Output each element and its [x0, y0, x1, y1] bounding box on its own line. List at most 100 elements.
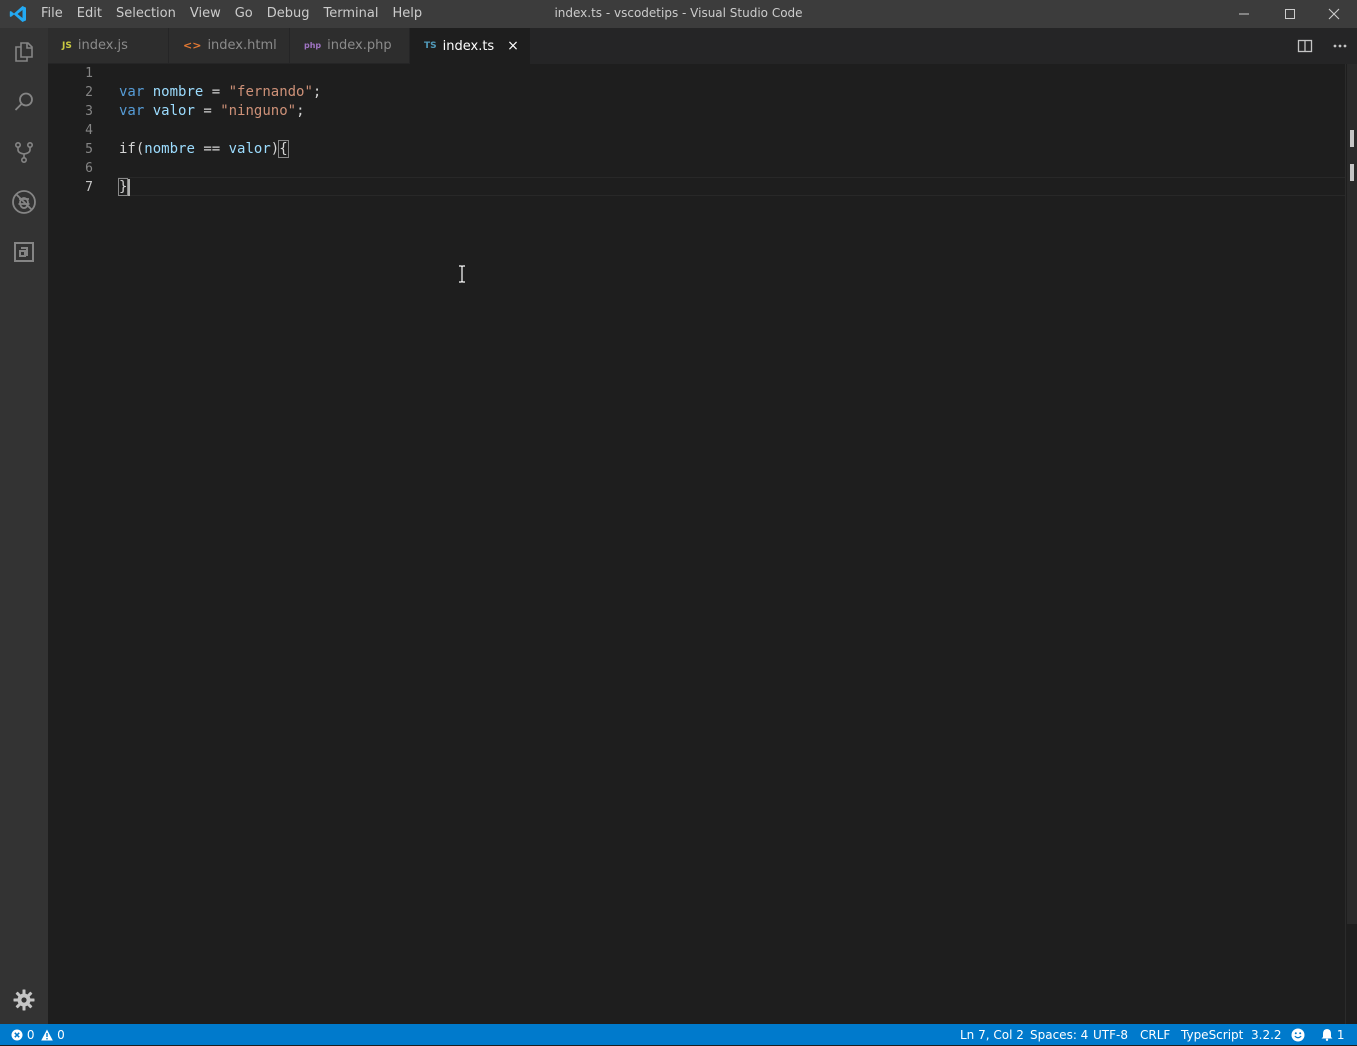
text-cursor — [128, 179, 130, 196]
typescript-file-icon: TS — [424, 41, 437, 51]
scrollbar-slider[interactable] — [1347, 64, 1357, 924]
operator-token: = — [203, 103, 212, 119]
encoding-setting[interactable]: UTF-8 — [1093, 1024, 1128, 1046]
split-editor-button[interactable] — [1297, 28, 1313, 63]
maximize-icon — [1285, 9, 1295, 19]
source-control-icon — [14, 141, 34, 163]
editor-scrollbar[interactable] — [1345, 64, 1357, 1024]
php-file-icon: php — [304, 41, 322, 50]
notification-count: 1 — [1336, 1028, 1345, 1042]
tab-label: index.js — [77, 38, 128, 53]
problems-indicator[interactable]: 0 0 — [11, 1024, 65, 1046]
gear-icon — [13, 989, 35, 1011]
source-control-button[interactable] — [0, 128, 48, 176]
code-line-1: 1 — [48, 64, 1345, 83]
matched-brace: { — [278, 140, 289, 158]
tab-label: index.php — [327, 38, 392, 53]
tab-index-ts[interactable]: TS index.ts × — [410, 28, 530, 64]
line-number: 6 — [85, 161, 93, 176]
minimize-icon — [1239, 13, 1249, 15]
overview-ruler-cursor-marker — [1350, 164, 1354, 181]
maximize-button[interactable] — [1267, 0, 1313, 28]
menu-terminal[interactable]: Terminal — [317, 0, 386, 28]
search-button[interactable] — [0, 78, 48, 126]
keyword-token: if — [119, 141, 136, 157]
indentation-setting[interactable]: Spaces: 4 — [1030, 1024, 1088, 1046]
eol-setting[interactable]: CRLF — [1140, 1024, 1170, 1046]
tab-index-html[interactable]: <> index.html — [169, 28, 289, 63]
feedback-button[interactable] — [1291, 1024, 1305, 1046]
string-token: "fernando" — [228, 84, 313, 100]
keyword-token: var — [119, 103, 145, 119]
smiley-icon — [1291, 1028, 1305, 1042]
line-number: 2 — [85, 85, 93, 100]
operator-token: == — [203, 141, 221, 157]
vscode-logo-icon — [9, 6, 27, 22]
variable-token: nombre — [152, 84, 204, 100]
menu-selection[interactable]: Selection — [109, 0, 183, 28]
menu-debug[interactable]: Debug — [260, 0, 317, 28]
notifications-button[interactable]: 1 — [1321, 1024, 1344, 1046]
split-editor-icon — [1297, 39, 1313, 52]
menu-edit[interactable]: Edit — [70, 0, 109, 28]
menu-go[interactable]: Go — [228, 0, 260, 28]
tab-label: index.ts — [442, 38, 495, 54]
title-bar: File Edit Selection View Go Debug Termin… — [0, 0, 1357, 28]
code-line-5: 5 if(nombre == valor){ — [48, 140, 1345, 159]
code-editor[interactable]: 1 2 var nombre = "fernando"; 3 var valor… — [48, 64, 1345, 1024]
javascript-file-icon: JS — [62, 40, 72, 51]
code-text: var nombre = "fernando"; — [119, 83, 321, 102]
debug-icon — [12, 190, 36, 214]
menu-view[interactable]: View — [183, 0, 228, 28]
error-count: 0 — [26, 1028, 35, 1042]
more-icon — [1333, 44, 1347, 47]
language-mode[interactable]: TypeScript — [1181, 1024, 1243, 1046]
punctuation-token: ) — [270, 141, 280, 157]
tab-index-js[interactable]: JS index.js — [48, 28, 168, 63]
warning-count: 0 — [57, 1028, 65, 1042]
menu-bar: File Edit Selection View Go Debug Termin… — [34, 0, 429, 28]
matched-brace: } — [117, 178, 129, 196]
operator-token: = — [211, 84, 221, 100]
close-tab-button[interactable]: × — [504, 37, 522, 55]
menu-help[interactable]: Help — [385, 0, 429, 28]
code-line-7: 7 } — [48, 178, 1345, 197]
status-bar: 0 0 Ln 7, Col 2 Spaces: 4 UTF-8 CRLF Typ… — [0, 1024, 1357, 1045]
editor-tab-bar: JS index.js <> index.html php index.php … — [48, 28, 1357, 64]
tab-label: index.html — [207, 38, 277, 53]
html-file-icon: <> — [183, 39, 202, 52]
code-line-3: 3 var valor = "ninguno"; — [48, 102, 1345, 121]
manage-button[interactable] — [0, 976, 48, 1024]
code-text: if(nombre == valor){ — [119, 140, 289, 159]
keyword-token: var — [119, 84, 145, 100]
code-text: } — [117, 178, 129, 197]
debug-button[interactable] — [0, 178, 48, 226]
line-number: 3 — [85, 104, 93, 119]
extensions-button[interactable] — [0, 228, 48, 276]
punctuation-token: ; — [312, 84, 322, 100]
more-actions-button[interactable] — [1332, 28, 1348, 63]
string-token: "ninguno" — [220, 103, 297, 119]
overview-ruler-marker — [1350, 130, 1354, 147]
code-line-6: 6 — [48, 159, 1345, 178]
code-line-2: 2 var nombre = "fernando"; — [48, 83, 1345, 102]
punctuation-token: ; — [296, 103, 305, 119]
line-number: 7 — [85, 180, 93, 195]
variable-token: valor — [152, 103, 195, 119]
menu-file[interactable]: File — [34, 0, 70, 28]
close-window-button[interactable] — [1311, 0, 1357, 28]
ibeam-cursor-icon — [459, 265, 465, 283]
typescript-version[interactable]: 3.2.2 — [1251, 1024, 1282, 1046]
line-number: 5 — [85, 142, 93, 157]
cursor-position[interactable]: Ln 7, Col 2 — [960, 1024, 1024, 1046]
extensions-icon — [14, 242, 34, 262]
code-text: var valor = "ninguno"; — [119, 102, 305, 121]
files-icon — [15, 42, 33, 62]
warning-icon — [41, 1029, 54, 1041]
tab-index-php[interactable]: php index.php — [290, 28, 409, 63]
bell-icon — [1321, 1029, 1333, 1041]
explorer-button[interactable] — [0, 28, 48, 76]
variable-token: nombre — [144, 141, 195, 157]
activity-bar — [0, 28, 48, 1024]
minimize-button[interactable] — [1221, 0, 1267, 28]
